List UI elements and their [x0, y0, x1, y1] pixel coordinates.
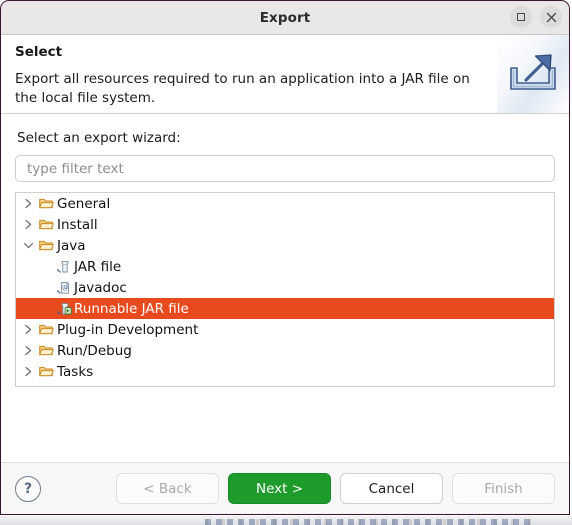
chevron-right-icon[interactable] [20, 345, 37, 356]
maximize-icon[interactable] [510, 6, 532, 28]
background-window-sliver [0, 516, 572, 525]
tree-item-java[interactable]: Java [16, 235, 554, 256]
dialog-buttons: < Back Next > Cancel Finish [116, 473, 555, 504]
tree-item-javadoc[interactable]: @ Javadoc [16, 277, 554, 298]
close-icon[interactable] [540, 6, 562, 28]
chevron-right-icon[interactable] [20, 198, 37, 209]
tree-item-label: Javadoc [74, 279, 127, 296]
page-description: Export all resources required to run an … [15, 71, 470, 106]
tree-item-label: JAR file [74, 258, 122, 275]
tree-item-plug-in-development[interactable]: Plug-in Development [16, 319, 554, 340]
finish-button[interactable]: Finish [452, 473, 555, 504]
tree-item-install[interactable]: Install [16, 214, 554, 235]
folder-icon [37, 323, 56, 336]
wizard-select-label: Select an export wizard: [17, 130, 181, 146]
tree-item-runnable-jar-file[interactable]: Runnable JAR file [16, 298, 554, 319]
folder-icon [37, 239, 56, 252]
background-toolbar-ghost [205, 519, 535, 525]
export-wizard-tree[interactable]: General Install Java JAR file @ Javadoc … [15, 192, 555, 387]
javadoc-icon: @ [54, 281, 73, 295]
window-controls [510, 6, 562, 28]
tree-item-label: Runnable JAR file [74, 300, 189, 317]
tree-item-label: Run/Debug [57, 342, 132, 359]
folder-icon [37, 218, 56, 231]
tree-item-general[interactable]: General [16, 193, 554, 214]
chevron-down-icon[interactable] [20, 241, 37, 250]
cancel-button[interactable]: Cancel [340, 473, 443, 504]
folder-icon [37, 197, 56, 210]
chevron-right-icon[interactable] [20, 366, 37, 377]
filter-input[interactable] [15, 155, 555, 182]
tree-item-label: Plug-in Development [57, 321, 199, 338]
tree-item-jar-file[interactable]: JAR file [16, 256, 554, 277]
tree-item-label: General [57, 195, 111, 212]
tree-item-label: Java [57, 237, 86, 254]
dialog-body: Select an export wizard: General [1, 114, 569, 462]
dialog-footer: ? < Back Next > Cancel Finish [1, 462, 569, 514]
runnable-jar-icon [54, 302, 73, 316]
tree-item-tasks[interactable]: Tasks [16, 361, 554, 382]
help-icon[interactable]: ? [15, 475, 41, 502]
jar-file-icon [54, 260, 73, 274]
chevron-right-icon[interactable] [20, 219, 37, 230]
back-button[interactable]: < Back [116, 473, 219, 504]
window-title: Export [259, 9, 311, 26]
folder-icon [37, 365, 56, 378]
tree-item-run-debug[interactable]: Run/Debug [16, 340, 554, 361]
next-button[interactable]: Next > [228, 473, 331, 504]
svg-text:@: @ [62, 283, 68, 291]
folder-icon [37, 344, 56, 357]
chevron-right-icon[interactable] [20, 324, 37, 335]
maximize-square-glyph [517, 13, 525, 21]
export-arrow-icon [497, 35, 569, 113]
title-bar: Export [1, 1, 569, 35]
page-title: Select [15, 44, 63, 60]
dialog-header: Select Export all resources required to … [1, 35, 569, 114]
tree-item-label: Tasks [57, 363, 94, 380]
export-dialog: Export Select Export all resources requi… [0, 0, 570, 515]
tree-item-label: Install [57, 216, 98, 233]
